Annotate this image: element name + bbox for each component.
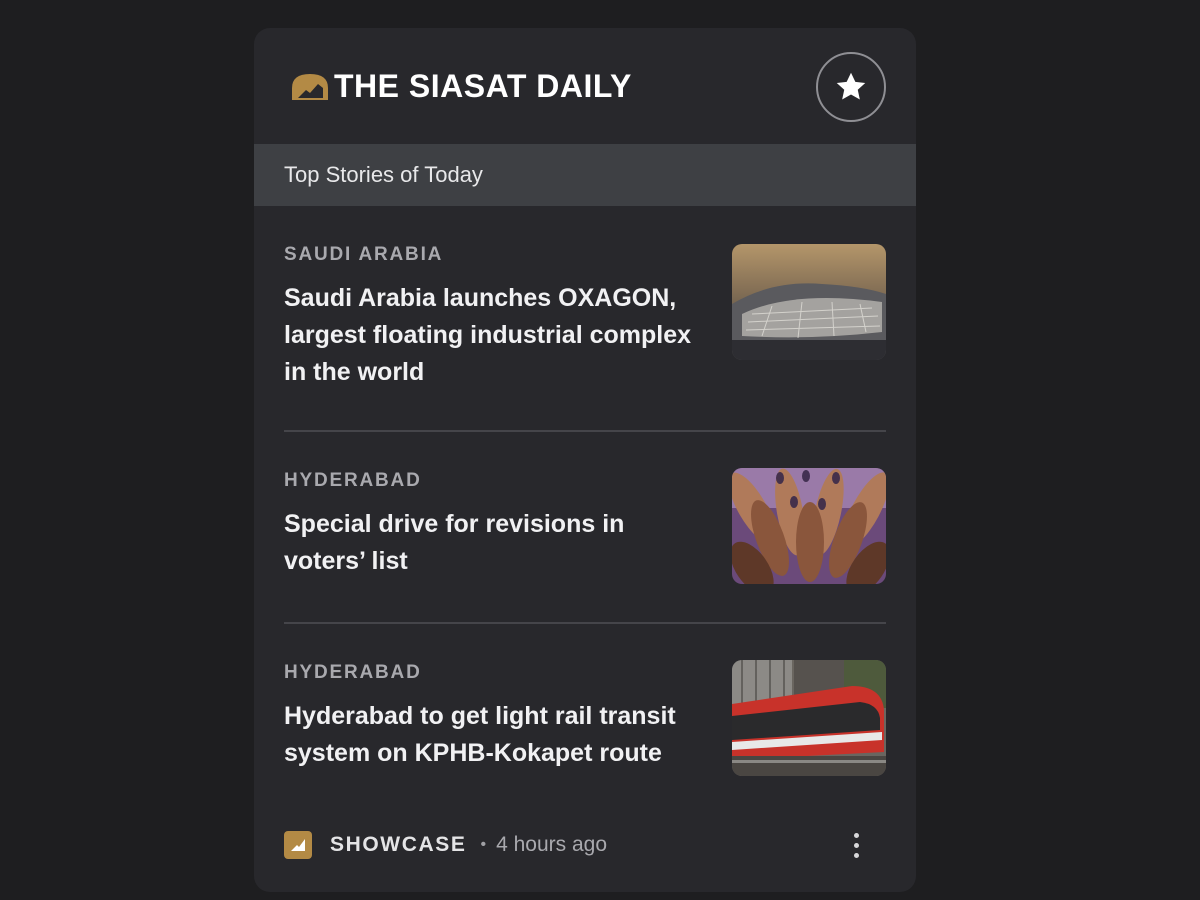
publisher-brand[interactable]: THE SIASAT DAILY	[290, 68, 632, 104]
card-header: THE SIASAT DAILY	[254, 28, 916, 144]
more-vert-icon-dot	[853, 842, 859, 848]
card-footer: SHOWCASE • 4 hours ago	[284, 828, 886, 862]
story-title: Hyderabad to get light rail transit syst…	[284, 702, 676, 767]
published-time: 4 hours ago	[496, 833, 608, 856]
story-thumbnail	[732, 244, 886, 360]
showcase-label: SHOWCASE	[330, 833, 467, 856]
story-thumbnail	[732, 468, 886, 584]
story-item[interactable]: SAUDI ARABIA Saudi Arabia launches OXAGO…	[284, 244, 886, 394]
story-item[interactable]: HYDERABAD Special drive for revisions in…	[284, 468, 886, 586]
section-header: Top Stories of Today	[254, 144, 916, 206]
story-item[interactable]: HYDERABAD Hyderabad to get light rail tr…	[284, 660, 886, 778]
follow-star-button[interactable]	[816, 52, 886, 122]
more-vert-icon-dot	[853, 852, 859, 858]
showcase-logo-icon	[284, 831, 312, 859]
section-title: Top Stories of Today	[284, 162, 483, 187]
inked-fingers-image	[732, 468, 886, 584]
siasat-logo-icon	[292, 74, 328, 100]
more-options-button[interactable]	[846, 828, 866, 862]
news-showcase-card: THE SIASAT DAILY Top Stories of Today SA…	[254, 28, 916, 892]
footer-separator: •	[480, 836, 487, 853]
story-divider	[284, 430, 886, 432]
publisher-name: THE SIASAT DAILY	[334, 68, 632, 104]
red-light-rail-train-image	[732, 660, 886, 776]
star-icon	[836, 72, 866, 100]
aerial-floating-complex-image	[732, 244, 886, 360]
story-title: Saudi Arabia launches OXAGON, largest fl…	[284, 284, 692, 386]
story-thumbnail	[732, 660, 886, 776]
story-divider	[284, 622, 886, 624]
more-vert-icon	[853, 832, 859, 838]
story-title: Special drive for revisions in voters’ l…	[284, 510, 625, 575]
